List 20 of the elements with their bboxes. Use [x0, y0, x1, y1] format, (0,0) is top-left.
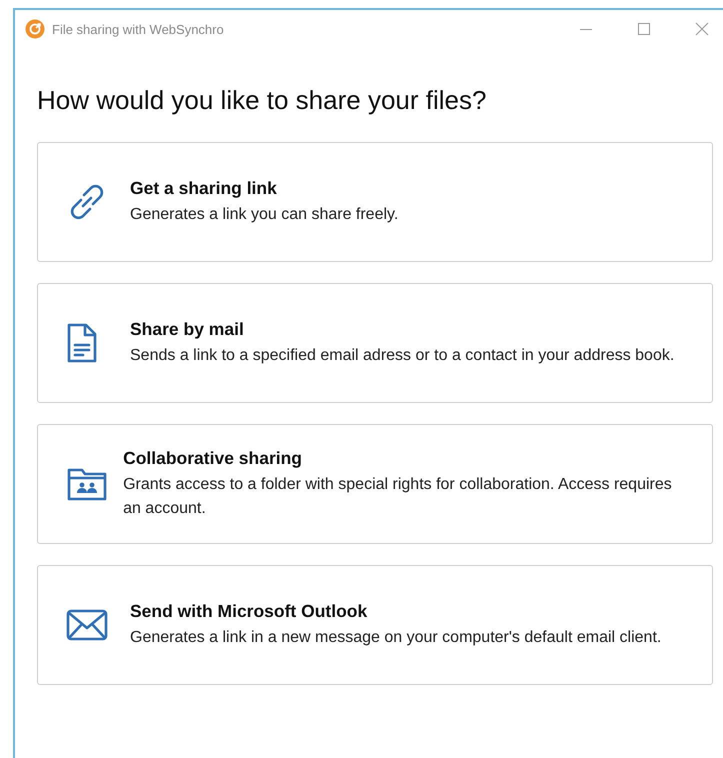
share-option-card[interactable]: Share by mail Sends a link to a specified email adress or to a contact in your address book.: [37, 283, 713, 403]
option-description: Sends a link to a specified email adress or to a contact in your address book.: [130, 346, 674, 366]
option-description: Generates a link you can share freely.: [130, 204, 398, 224]
close-icon[interactable]: [695, 22, 709, 36]
option-description: Generates a link in a new message on your computer's default email client.: [130, 628, 662, 648]
document-icon: [66, 322, 98, 364]
share-option-card[interactable]: Send with Microsoft Outlook Generates a link in a new message on your computer's default email client.: [37, 565, 713, 685]
shared-folder-icon: [66, 466, 108, 502]
option-title: Send with Microsoft Outlook: [130, 600, 368, 622]
option-title: Collaborative sharing: [123, 448, 303, 468]
window-title: File sharing with WebSynchro: [52, 22, 224, 36]
page-heading: How would you like to share your files?: [37, 84, 488, 116]
envelope-icon: [66, 609, 108, 641]
share-option-card[interactable]: Collaborative sharing Grants access to a folder with special rights for collaboration. Access requires an account.: [37, 424, 713, 544]
share-option-card[interactable]: Get a sharing link Generates a link you can share freely.: [37, 142, 713, 262]
option-title: Get a sharing link: [130, 178, 278, 198]
option-description: Grants access to a folder with special rights for collaboration. Access requires an account.: [123, 474, 673, 518]
app-logo-icon: [25, 19, 45, 39]
maximize-icon[interactable]: [637, 22, 651, 36]
option-title: Share by mail: [130, 318, 245, 340]
